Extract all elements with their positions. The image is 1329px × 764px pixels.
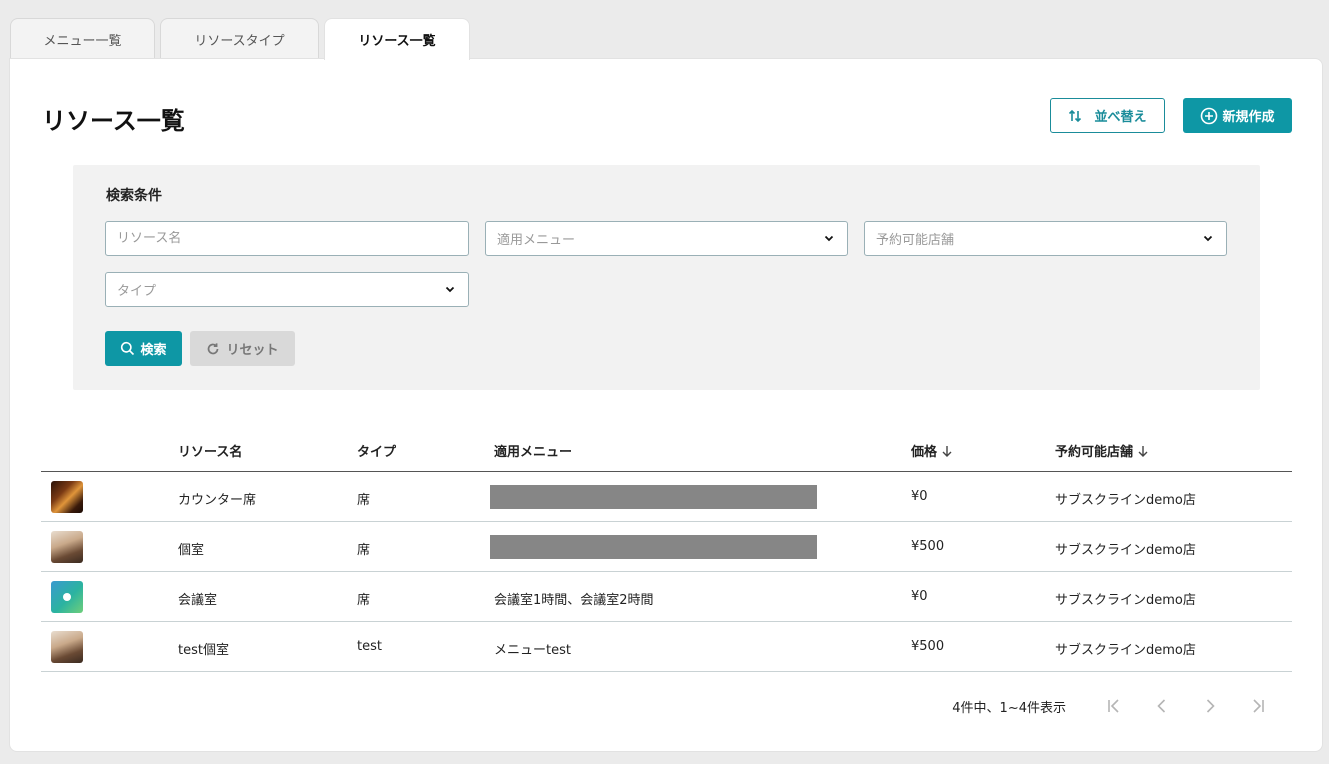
reset-button-label: リセット: [226, 343, 279, 358]
header-store-label: 予約可能店舗: [1055, 445, 1134, 460]
table-row[interactable]: test個室 test メニューtest ¥500 サブスクラインdemo店: [41, 622, 1292, 672]
new-button-label: 新規作成: [1222, 110, 1275, 125]
pagination-summary: 4件中、1~4件表示: [952, 700, 1066, 716]
sort-button[interactable]: 並べ替え: [1050, 98, 1165, 133]
tab-resource-type[interactable]: リソースタイプ: [160, 18, 319, 59]
cell-menu: 会議室1時間、会議室2時間: [494, 593, 654, 608]
cell-price: ¥500: [911, 639, 945, 654]
reset-button[interactable]: リセット: [190, 331, 295, 366]
first-page-icon: [1108, 699, 1119, 713]
cell-name: カウンター席: [178, 493, 257, 508]
cell-store: サブスクラインdemo店: [1055, 543, 1196, 558]
arrow-down-icon: [1138, 445, 1148, 457]
resource-thumbnail: [51, 581, 83, 613]
main-panel: リソース一覧 並べ替え 新規作成 検索条件 適用メニュー 予約可能店舗: [9, 58, 1323, 752]
header-price[interactable]: 価格: [911, 441, 953, 460]
header-store[interactable]: 予約可能店舗: [1055, 441, 1149, 460]
type-select[interactable]: タイプ: [105, 272, 469, 307]
chevron-right-icon: [1206, 699, 1215, 713]
cell-name: test個室: [178, 643, 229, 658]
tab-label: メニュー一覧: [43, 33, 122, 49]
pagination: 4件中、1~4件表示: [952, 695, 1282, 717]
cell-store: サブスクラインdemo店: [1055, 493, 1196, 508]
refresh-icon: [208, 342, 219, 354]
chevron-left-icon: [1157, 699, 1166, 713]
brand-logo-icon: [63, 593, 71, 601]
store-select-placeholder: 予約可能店舗: [876, 233, 955, 248]
prev-page-button[interactable]: [1138, 695, 1186, 717]
cell-type: test: [357, 639, 382, 654]
plus-circle-icon: [1201, 107, 1218, 124]
resource-name-input[interactable]: [117, 231, 468, 246]
tab-resource-list[interactable]: リソース一覧: [324, 18, 470, 60]
new-button[interactable]: 新規作成: [1183, 98, 1292, 133]
next-page-button[interactable]: [1186, 695, 1234, 717]
chevron-down-icon: [445, 286, 455, 293]
resource-thumbnail: [51, 531, 83, 563]
header-type: タイプ: [357, 441, 396, 460]
menu-select-placeholder: 適用メニュー: [497, 233, 576, 248]
header-menu: 適用メニュー: [494, 441, 572, 460]
search-button-label: 検索: [140, 343, 167, 358]
last-page-button[interactable]: [1234, 695, 1282, 717]
arrow-down-icon: [942, 445, 952, 457]
chevron-down-icon: [1203, 235, 1213, 242]
cell-type: 席: [357, 593, 371, 608]
page-title: リソース一覧: [42, 107, 185, 135]
sort-button-label: 並べ替え: [1094, 110, 1147, 125]
cell-type: 席: [357, 493, 371, 508]
cell-store: サブスクラインdemo店: [1055, 643, 1196, 658]
search-button[interactable]: 検索: [105, 331, 182, 366]
header-price-label: 価格: [911, 445, 938, 460]
table-row[interactable]: 個室 席 ¥500 サブスクラインdemo店: [41, 522, 1292, 572]
last-page-icon: [1253, 699, 1264, 713]
header-name-label: リソース名: [178, 445, 243, 460]
cell-price: ¥500: [911, 539, 945, 554]
cell-store: サブスクラインdemo店: [1055, 593, 1196, 608]
resource-thumbnail: [51, 631, 83, 663]
resource-name-field[interactable]: [105, 221, 469, 256]
table-row[interactable]: 会議室 席 会議室1時間、会議室2時間 ¥0 サブスクラインdemo店: [41, 572, 1292, 622]
cell-name: 個室: [178, 543, 205, 558]
cell-price: ¥0: [911, 589, 928, 604]
cell-type: 席: [357, 543, 371, 558]
tab-label: リソース一覧: [358, 34, 436, 49]
cell-name: 会議室: [178, 593, 218, 608]
search-icon: [121, 341, 135, 356]
type-select-placeholder: タイプ: [117, 284, 157, 299]
chevron-down-icon: [824, 235, 834, 242]
menu-select[interactable]: 適用メニュー: [485, 221, 848, 256]
first-page-button[interactable]: [1090, 695, 1138, 717]
search-panel: 検索条件 適用メニュー 予約可能店舗 タイプ: [73, 165, 1260, 390]
sort-arrows-icon: [1069, 109, 1082, 122]
cell-price: ¥0: [911, 489, 928, 504]
resource-table: リソース名 タイプ 適用メニュー 価格 予約可能店舗 カウンター席 席 ¥0 サ…: [41, 421, 1292, 672]
table-header: リソース名 タイプ 適用メニュー 価格 予約可能店舗: [41, 421, 1292, 472]
tab-label: リソースタイプ: [194, 33, 285, 49]
resource-thumbnail: [51, 481, 83, 513]
header-type-label: タイプ: [357, 445, 397, 460]
redacted-menu-block: [490, 535, 817, 559]
tab-menu-list[interactable]: メニュー一覧: [10, 18, 155, 59]
search-title: 検索条件: [106, 188, 162, 204]
cell-menu: メニューtest: [494, 643, 571, 658]
redacted-menu-block: [490, 485, 817, 509]
header-name: リソース名: [178, 441, 242, 460]
store-select[interactable]: 予約可能店舗: [864, 221, 1227, 256]
header-menu-label: 適用メニュー: [494, 445, 573, 460]
table-row[interactable]: カウンター席 席 ¥0 サブスクラインdemo店: [41, 472, 1292, 522]
